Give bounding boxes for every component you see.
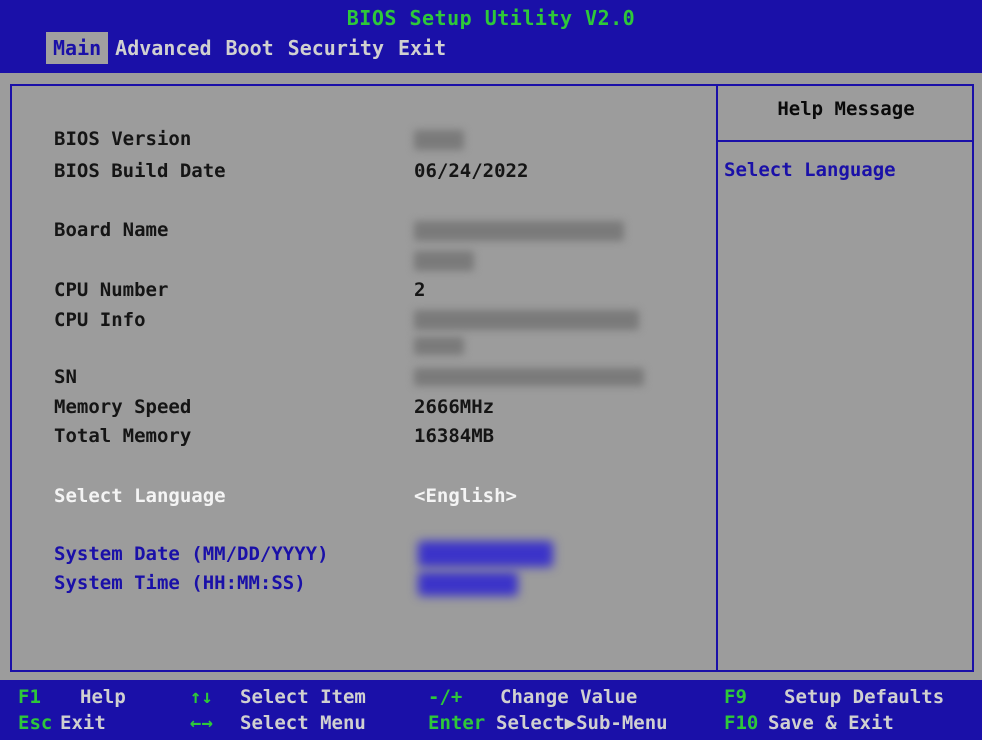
total-memory-value: 16384MB <box>414 425 495 447</box>
cpu-number-label: CPU Number <box>54 279 169 301</box>
memory-speed-value: 2666MHz <box>414 396 495 418</box>
key-select-item-desc: Select Item <box>240 686 366 708</box>
help-title: Help Message <box>777 98 915 120</box>
top-bar: BIOS Setup Utility V2.0 Main Advanced Bo… <box>0 0 982 73</box>
cpu-info-redacted <box>414 310 639 330</box>
total-memory-label: Total Memory <box>54 425 192 447</box>
system-date-redacted[interactable] <box>418 541 553 567</box>
help-text: Select Language <box>724 159 896 181</box>
bios-build-date-value: 06/24/2022 <box>414 160 529 182</box>
memory-speed-label: Memory Speed <box>54 396 192 418</box>
tab-boot[interactable]: Boot <box>219 32 281 64</box>
key-f9: F9 <box>724 686 747 708</box>
help-divider <box>718 140 974 142</box>
sn-label: SN <box>54 366 77 388</box>
bios-version-redacted <box>414 130 464 150</box>
tab-main[interactable]: Main <box>46 32 109 64</box>
bios-version-label: BIOS Version <box>54 128 192 150</box>
key-f9-desc: Setup Defaults <box>784 686 945 708</box>
cpu-info-label: CPU Info <box>54 309 146 331</box>
sn-redacted <box>414 368 644 386</box>
tab-security[interactable]: Security <box>281 32 391 64</box>
select-language-label[interactable]: Select Language <box>54 485 226 507</box>
key-change-value: -/+ <box>428 686 463 708</box>
menu-bar: Main Advanced Boot Security Exit <box>46 32 453 64</box>
tab-exit[interactable]: Exit <box>391 32 453 64</box>
key-f1: F1 <box>18 686 41 708</box>
app-title: BIOS Setup Utility V2.0 <box>346 6 636 30</box>
board-name-redacted-line2 <box>414 251 474 271</box>
panel-divider <box>716 84 718 672</box>
key-esc: Esc <box>18 712 53 734</box>
system-time-redacted[interactable] <box>418 572 518 596</box>
system-time-label[interactable]: System Time (HH:MM:SS) <box>54 572 306 594</box>
bios-build-date-label: BIOS Build Date <box>54 160 226 182</box>
key-change-value-desc: Change Value <box>500 686 638 708</box>
key-f10-desc: Save & Exit <box>768 712 894 734</box>
board-name-redacted <box>414 221 624 241</box>
board-name-label: Board Name <box>54 219 169 241</box>
key-enter: Enter <box>428 712 486 734</box>
cpu-number-value: 2 <box>414 279 426 301</box>
key-legend-bar: F1 Help Esc Exit ↑↓ Select Item ←→ Selec… <box>0 680 982 740</box>
tab-advanced[interactable]: Advanced <box>108 32 218 64</box>
key-esc-desc: Exit <box>60 712 106 734</box>
cpu-info-redacted-line2 <box>414 337 464 355</box>
arrow-leftright-icon: ←→ <box>190 712 213 734</box>
arrow-updown-icon: ↑↓ <box>190 686 213 708</box>
key-f1-desc: Help <box>80 686 126 708</box>
system-date-label[interactable]: System Date (MM/DD/YYYY) <box>54 543 329 565</box>
key-select-menu-desc: Select Menu <box>240 712 366 734</box>
key-f10: F10 <box>724 712 759 734</box>
select-language-value[interactable]: <English> <box>414 485 517 507</box>
key-enter-desc: Select▶Sub-Menu <box>496 712 668 734</box>
